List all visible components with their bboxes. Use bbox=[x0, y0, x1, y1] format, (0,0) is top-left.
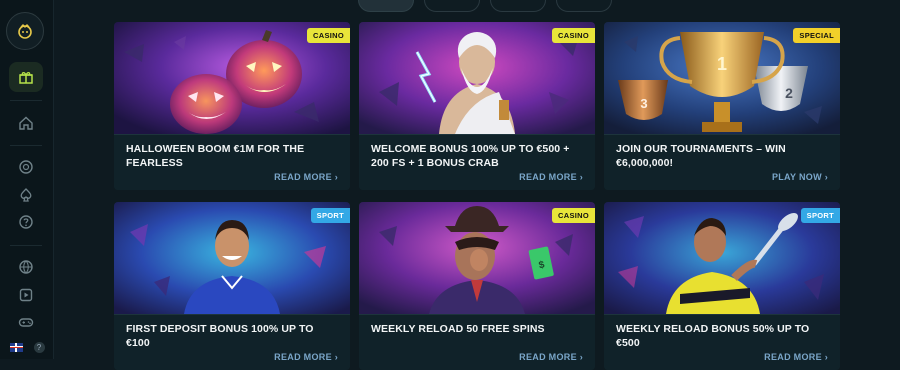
cta-label: READ MORE bbox=[274, 172, 332, 182]
crown-logo-icon bbox=[18, 24, 32, 39]
promo-image-tennis: SPORT bbox=[604, 202, 840, 314]
promo-card[interactable]: CASINO HALLOWEEN BOOM €1M FOR THE FEARLE… bbox=[114, 22, 350, 190]
play-video-icon bbox=[19, 288, 33, 302]
filter-tab-all[interactable] bbox=[358, 0, 414, 12]
sidebar-divider bbox=[10, 100, 42, 101]
read-more-link[interactable]: READ MORE › bbox=[274, 172, 338, 182]
read-more-link[interactable]: READ MORE › bbox=[519, 352, 583, 362]
promo-card[interactable]: SPORT WEEKLY RELOAD BONUS 50% UP TO €500… bbox=[604, 202, 840, 370]
promo-image-pumpkins: CASINO bbox=[114, 22, 350, 134]
logo-button[interactable] bbox=[6, 12, 44, 50]
gift-icon bbox=[19, 72, 33, 84]
promo-title: HALLOWEEN BOOM €1M FOR THE FEARLESS bbox=[126, 143, 305, 169]
promo-title: WEEKLY RELOAD BONUS 50% UP TO €500 bbox=[616, 323, 810, 349]
category-badge: CASINO bbox=[307, 28, 350, 43]
category-badge: SPORT bbox=[310, 208, 350, 223]
chevron-right-icon: › bbox=[824, 172, 828, 182]
sidebar-item-live[interactable] bbox=[9, 280, 43, 310]
language-flag-icon[interactable] bbox=[9, 342, 23, 352]
promo-title: WELCOME BONUS 100% UP TO €500 + 200 FS +… bbox=[371, 143, 570, 169]
cta-label: READ MORE bbox=[274, 352, 332, 362]
promo-image-gangster: $ CASINO bbox=[359, 202, 595, 314]
promo-title: FIRST DEPOSIT BONUS 100% UP TO €100 bbox=[126, 323, 314, 349]
cta-label: READ MORE bbox=[519, 172, 577, 182]
sidebar-divider bbox=[10, 145, 42, 146]
cta-label: READ MORE bbox=[519, 352, 577, 362]
sidebar-item-home[interactable] bbox=[9, 108, 43, 138]
play-now-link[interactable]: PLAY NOW › bbox=[772, 172, 828, 182]
svg-text:2: 2 bbox=[785, 85, 793, 101]
promo-image-trophies: 1 2 3 SPECIAL bbox=[604, 22, 840, 134]
sidebar-divider bbox=[10, 245, 42, 246]
promo-title: JOIN OUR TOURNAMENTS – WIN €6,000,000! bbox=[616, 143, 786, 169]
promo-title: WEEKLY RELOAD 50 FREE SPINS bbox=[371, 323, 545, 335]
promo-card[interactable]: 1 2 3 SPECIAL JOIN OUR TOURNAMENTS – WIN… bbox=[604, 22, 840, 190]
promo-image-zeus: CASINO bbox=[359, 22, 595, 134]
promo-card[interactable]: $ CASINO WEEKLY RELOAD 50 FREE SPINS REA… bbox=[359, 202, 595, 370]
promo-card[interactable]: CASINO WELCOME BONUS 100% UP TO €500 + 2… bbox=[359, 22, 595, 190]
cta-label: PLAY NOW bbox=[771, 172, 822, 182]
chevron-right-icon: › bbox=[824, 352, 828, 362]
sports-ball-icon bbox=[19, 260, 33, 274]
read-more-link[interactable]: READ MORE › bbox=[519, 172, 583, 182]
promo-image-footballer: SPORT bbox=[114, 202, 350, 314]
svg-text:1: 1 bbox=[717, 54, 727, 74]
filter-tab-special[interactable] bbox=[556, 0, 612, 12]
category-badge: CASINO bbox=[552, 28, 595, 43]
filter-tab-sport[interactable] bbox=[490, 0, 546, 12]
category-badge: CASINO bbox=[552, 208, 595, 223]
sidebar-item-promotions[interactable] bbox=[9, 62, 43, 92]
cta-label: READ MORE bbox=[764, 352, 822, 362]
category-filter-tabs bbox=[358, 0, 612, 12]
read-more-link[interactable]: READ MORE › bbox=[764, 352, 828, 362]
sidebar-item-casino[interactable] bbox=[9, 152, 43, 182]
question-circle-icon bbox=[19, 215, 33, 229]
chevron-right-icon: › bbox=[334, 352, 338, 362]
promo-card[interactable]: SPORT FIRST DEPOSIT BONUS 100% UP TO €10… bbox=[114, 202, 350, 370]
chevron-right-icon: › bbox=[579, 172, 583, 182]
home-icon bbox=[19, 116, 33, 130]
spade-icon bbox=[20, 188, 32, 202]
sidebar-item-sports[interactable] bbox=[9, 252, 43, 282]
help-button[interactable]: ? bbox=[33, 341, 45, 353]
svg-text:3: 3 bbox=[640, 96, 647, 111]
sidebar-item-games[interactable] bbox=[9, 307, 43, 337]
filter-tab-casino[interactable] bbox=[424, 0, 480, 12]
sidebar-item-help[interactable] bbox=[9, 207, 43, 237]
sidebar-item-poker[interactable] bbox=[9, 180, 43, 210]
category-badge: SPORT bbox=[800, 208, 840, 223]
casino-chip-icon bbox=[19, 160, 33, 174]
sidebar: ? bbox=[0, 0, 54, 359]
gamepad-icon bbox=[18, 318, 34, 327]
read-more-link[interactable]: READ MORE › bbox=[274, 352, 338, 362]
chevron-right-icon: › bbox=[579, 352, 583, 362]
chevron-right-icon: › bbox=[334, 172, 338, 182]
category-badge: SPECIAL bbox=[793, 28, 840, 43]
